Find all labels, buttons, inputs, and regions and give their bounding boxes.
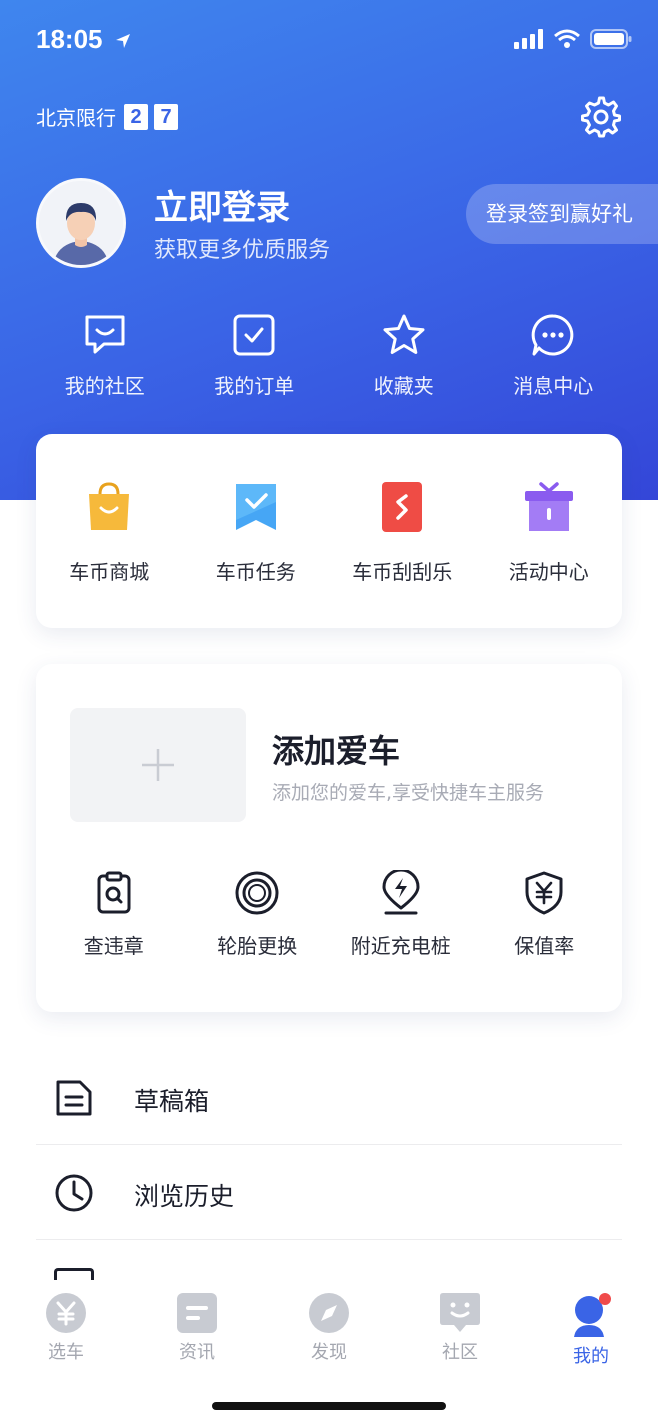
menu-label: 浏览历史 bbox=[134, 1182, 235, 1211]
menu-history[interactable]: 浏览历史 bbox=[36, 1145, 622, 1240]
chat-bubble-smile-icon bbox=[85, 315, 125, 354]
profile-icon bbox=[574, 1293, 611, 1337]
message-dots-icon bbox=[531, 314, 574, 356]
add-car-subtitle: 添加您的爱车,享受快捷车主服务 bbox=[272, 782, 545, 804]
quick-link-label: 消息中心 bbox=[513, 374, 594, 398]
clock-icon bbox=[55, 1174, 93, 1212]
compass-icon bbox=[309, 1293, 349, 1333]
add-car-button[interactable] bbox=[70, 708, 246, 822]
tool-tire-change[interactable]: 轮胎更换 bbox=[186, 870, 330, 959]
restriction-label: 北京限行 bbox=[36, 106, 116, 130]
community-face-icon bbox=[440, 1293, 480, 1332]
tab-select-car[interactable]: 选车 bbox=[16, 1292, 116, 1364]
login-title[interactable]: 立即登录 bbox=[154, 180, 290, 229]
tire-icon bbox=[235, 871, 279, 915]
quick-link-label: 收藏夹 bbox=[373, 374, 434, 398]
star-icon bbox=[383, 314, 425, 354]
coin-scratch[interactable]: 车币刮刮乐 bbox=[329, 480, 476, 585]
checkbox-icon bbox=[233, 314, 275, 356]
status-time: 18:05 bbox=[36, 24, 132, 55]
settings-gear-icon[interactable] bbox=[580, 96, 622, 138]
status-icons bbox=[514, 28, 632, 50]
quick-link-community[interactable]: 我的社区 bbox=[30, 312, 180, 399]
tab-community[interactable]: 社区 bbox=[410, 1292, 510, 1364]
tab-label: 发现 bbox=[311, 1342, 347, 1363]
tool-violations[interactable]: 查违章 bbox=[42, 870, 186, 959]
tab-label: 资讯 bbox=[179, 1342, 215, 1363]
tool-label: 附近充电桩 bbox=[350, 934, 451, 958]
quick-links: 我的社区 我的订单 收藏夹 消息中心 bbox=[30, 312, 628, 399]
quick-link-label: 我的订单 bbox=[214, 374, 295, 398]
add-car-title[interactable]: 添加爱车 bbox=[272, 726, 400, 772]
draft-document-icon bbox=[56, 1080, 92, 1116]
coin-service-label: 活动中心 bbox=[508, 560, 589, 584]
tab-discover[interactable]: 发现 bbox=[279, 1292, 379, 1364]
coin-services-card: 车币商城 车币任务 车币刮刮乐 活动中心 bbox=[36, 434, 622, 628]
restriction-number: 7 bbox=[154, 103, 178, 130]
location-arrow-icon bbox=[115, 34, 130, 49]
tool-label: 查违章 bbox=[83, 934, 144, 958]
tool-label: 轮胎更换 bbox=[217, 934, 298, 958]
wifi-icon bbox=[554, 29, 580, 48]
task-flag-icon bbox=[235, 484, 276, 530]
tool-charging[interactable]: 附近充电桩 bbox=[329, 870, 473, 959]
home-indicator bbox=[212, 1402, 446, 1410]
login-subtitle: 获取更多优质服务 bbox=[154, 238, 331, 263]
coin-service-label: 车币任务 bbox=[215, 560, 296, 584]
quick-link-favorites[interactable]: 收藏夹 bbox=[329, 312, 479, 399]
tab-label: 选车 bbox=[48, 1342, 84, 1363]
restriction-number: 2 bbox=[124, 103, 148, 130]
shopping-bag-icon bbox=[89, 482, 130, 530]
tab-mine[interactable]: 我的 bbox=[541, 1292, 641, 1368]
yuan-coin-icon bbox=[46, 1293, 86, 1333]
scratch-card-icon bbox=[382, 482, 423, 532]
quick-link-label: 我的社区 bbox=[64, 374, 145, 398]
menu-drafts[interactable]: 草稿箱 bbox=[36, 1050, 622, 1145]
avatar[interactable] bbox=[36, 178, 126, 268]
news-icon bbox=[177, 1293, 217, 1333]
tool-label: 保值率 bbox=[514, 934, 575, 958]
coin-mall[interactable]: 车币商城 bbox=[36, 480, 183, 585]
quick-link-messages[interactable]: 消息中心 bbox=[479, 312, 629, 399]
traffic-restriction[interactable]: 北京限行 2 7 bbox=[36, 102, 178, 131]
activity-center[interactable]: 活动中心 bbox=[476, 480, 623, 585]
coin-tasks[interactable]: 车币任务 bbox=[183, 480, 330, 585]
plus-icon bbox=[142, 749, 174, 781]
car-tools: 查违章 轮胎更换 附近充电桩 保值率 bbox=[42, 870, 616, 959]
charging-pin-icon bbox=[382, 870, 420, 915]
sign-in-reward-button[interactable]: 登录签到赢好礼 bbox=[466, 184, 658, 244]
gift-box-icon bbox=[524, 482, 573, 531]
clipboard-search-icon bbox=[97, 871, 131, 914]
signal-icon bbox=[514, 29, 543, 49]
default-avatar-icon bbox=[39, 181, 123, 265]
tool-value-retention[interactable]: 保值率 bbox=[473, 870, 617, 959]
battery-icon bbox=[590, 29, 632, 49]
tab-news[interactable]: 资讯 bbox=[147, 1292, 247, 1364]
quick-link-orders[interactable]: 我的订单 bbox=[180, 312, 330, 399]
my-car-card: 添加爱车 添加您的爱车,享受快捷车主服务 查违章 轮胎更换 附近充电桩 保值率 bbox=[36, 664, 622, 1012]
tab-label: 我的 bbox=[573, 1346, 609, 1367]
coin-service-label: 车币商城 bbox=[69, 560, 150, 584]
tab-label: 社区 bbox=[442, 1342, 478, 1363]
yuan-shield-icon bbox=[525, 871, 563, 915]
coin-service-label: 车币刮刮乐 bbox=[352, 560, 453, 584]
menu-label: 草稿箱 bbox=[134, 1087, 210, 1116]
